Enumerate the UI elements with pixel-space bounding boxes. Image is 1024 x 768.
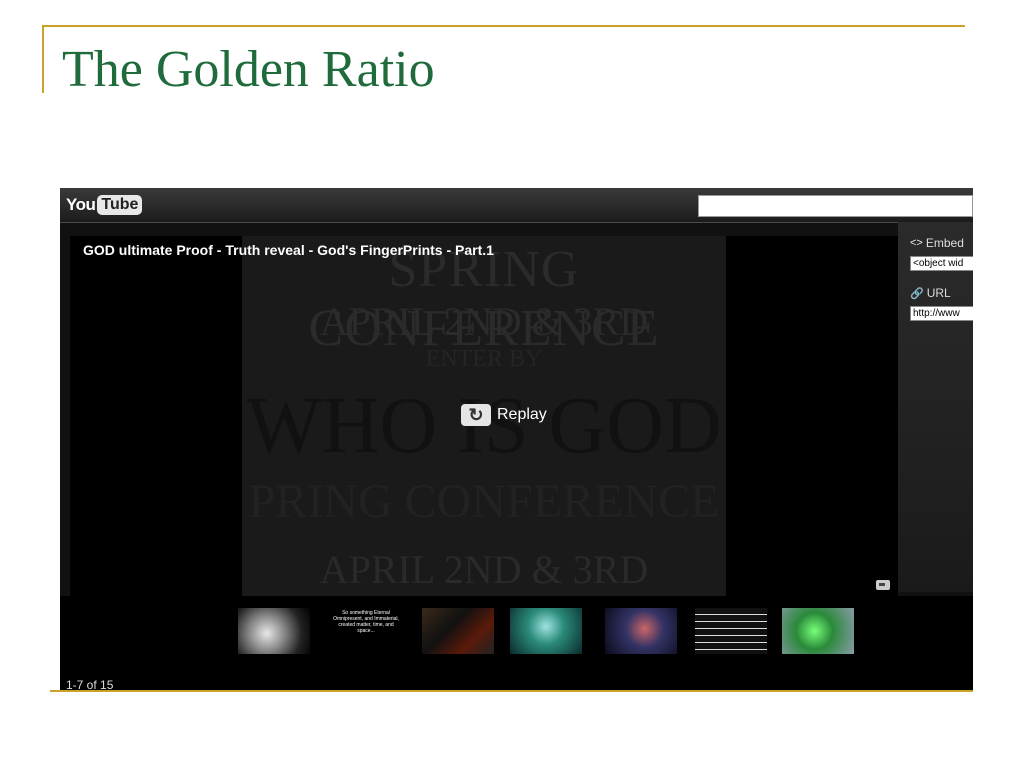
bottom-rule: [50, 690, 973, 692]
url-field[interactable]: [910, 306, 973, 321]
embed-row: <> Embed: [910, 236, 964, 250]
thumbnail-nebula[interactable]: [605, 608, 677, 654]
top-rule: [42, 25, 965, 27]
thumbnail-golden-spiral-diagram[interactable]: [422, 608, 494, 654]
embed-label: Embed: [925, 236, 964, 250]
youtube-player: You Tube SPRING CONFERENCE APRIL 2ND & 3…: [60, 188, 973, 691]
embed-icon: <>: [910, 237, 923, 249]
slide-title: The Golden Ratio: [62, 41, 435, 98]
related-videos-strip: So something Eternal Omnipresent, and Im…: [60, 596, 973, 691]
video-title[interactable]: GOD ultimate Proof - Truth reveal - God'…: [83, 242, 494, 258]
link-icon: 🔗: [910, 287, 924, 300]
poster-line: APRIL 2ND & 3RD: [319, 547, 649, 592]
search-input[interactable]: [698, 195, 973, 217]
replay-icon: ↻: [461, 404, 491, 426]
replay-label: Replay: [497, 406, 547, 423]
player-topbar: You Tube: [60, 188, 973, 223]
poster-line: APRIL 2ND & 3RD: [319, 299, 649, 344]
thumbnail-green-glow[interactable]: [510, 608, 582, 654]
thumbnail-caption: So something Eternal Omnipresent, and Im…: [333, 610, 399, 634]
share-panel: <> Embed 🔗 URL: [898, 222, 973, 592]
video-area[interactable]: SPRING CONFERENCE APRIL 2ND & 3RD ENTER …: [70, 236, 898, 596]
poster-line: PRING CONFERENCE: [248, 475, 720, 528]
left-rule: [42, 25, 44, 93]
captions-icon[interactable]: [876, 580, 890, 590]
thumbnail-text-card[interactable]: So something Eternal Omnipresent, and Im…: [330, 608, 402, 654]
thumbnail-spreadsheet-data[interactable]: [695, 608, 767, 654]
logo-tube-text: Tube: [97, 195, 143, 215]
embed-field[interactable]: [910, 256, 973, 271]
replay-button[interactable]: ↻ Replay: [461, 404, 547, 426]
logo-you-text: You: [66, 195, 96, 214]
url-label: URL: [926, 286, 951, 300]
thumbnail-nautilus-shell[interactable]: [238, 608, 310, 654]
youtube-logo[interactable]: You Tube: [66, 194, 143, 216]
url-row: 🔗 URL: [910, 286, 951, 300]
poster-line: WHO IS GOD: [246, 382, 722, 470]
thumbnail-green-eye[interactable]: [782, 608, 854, 654]
poster-line: ENTER BY: [425, 346, 543, 372]
